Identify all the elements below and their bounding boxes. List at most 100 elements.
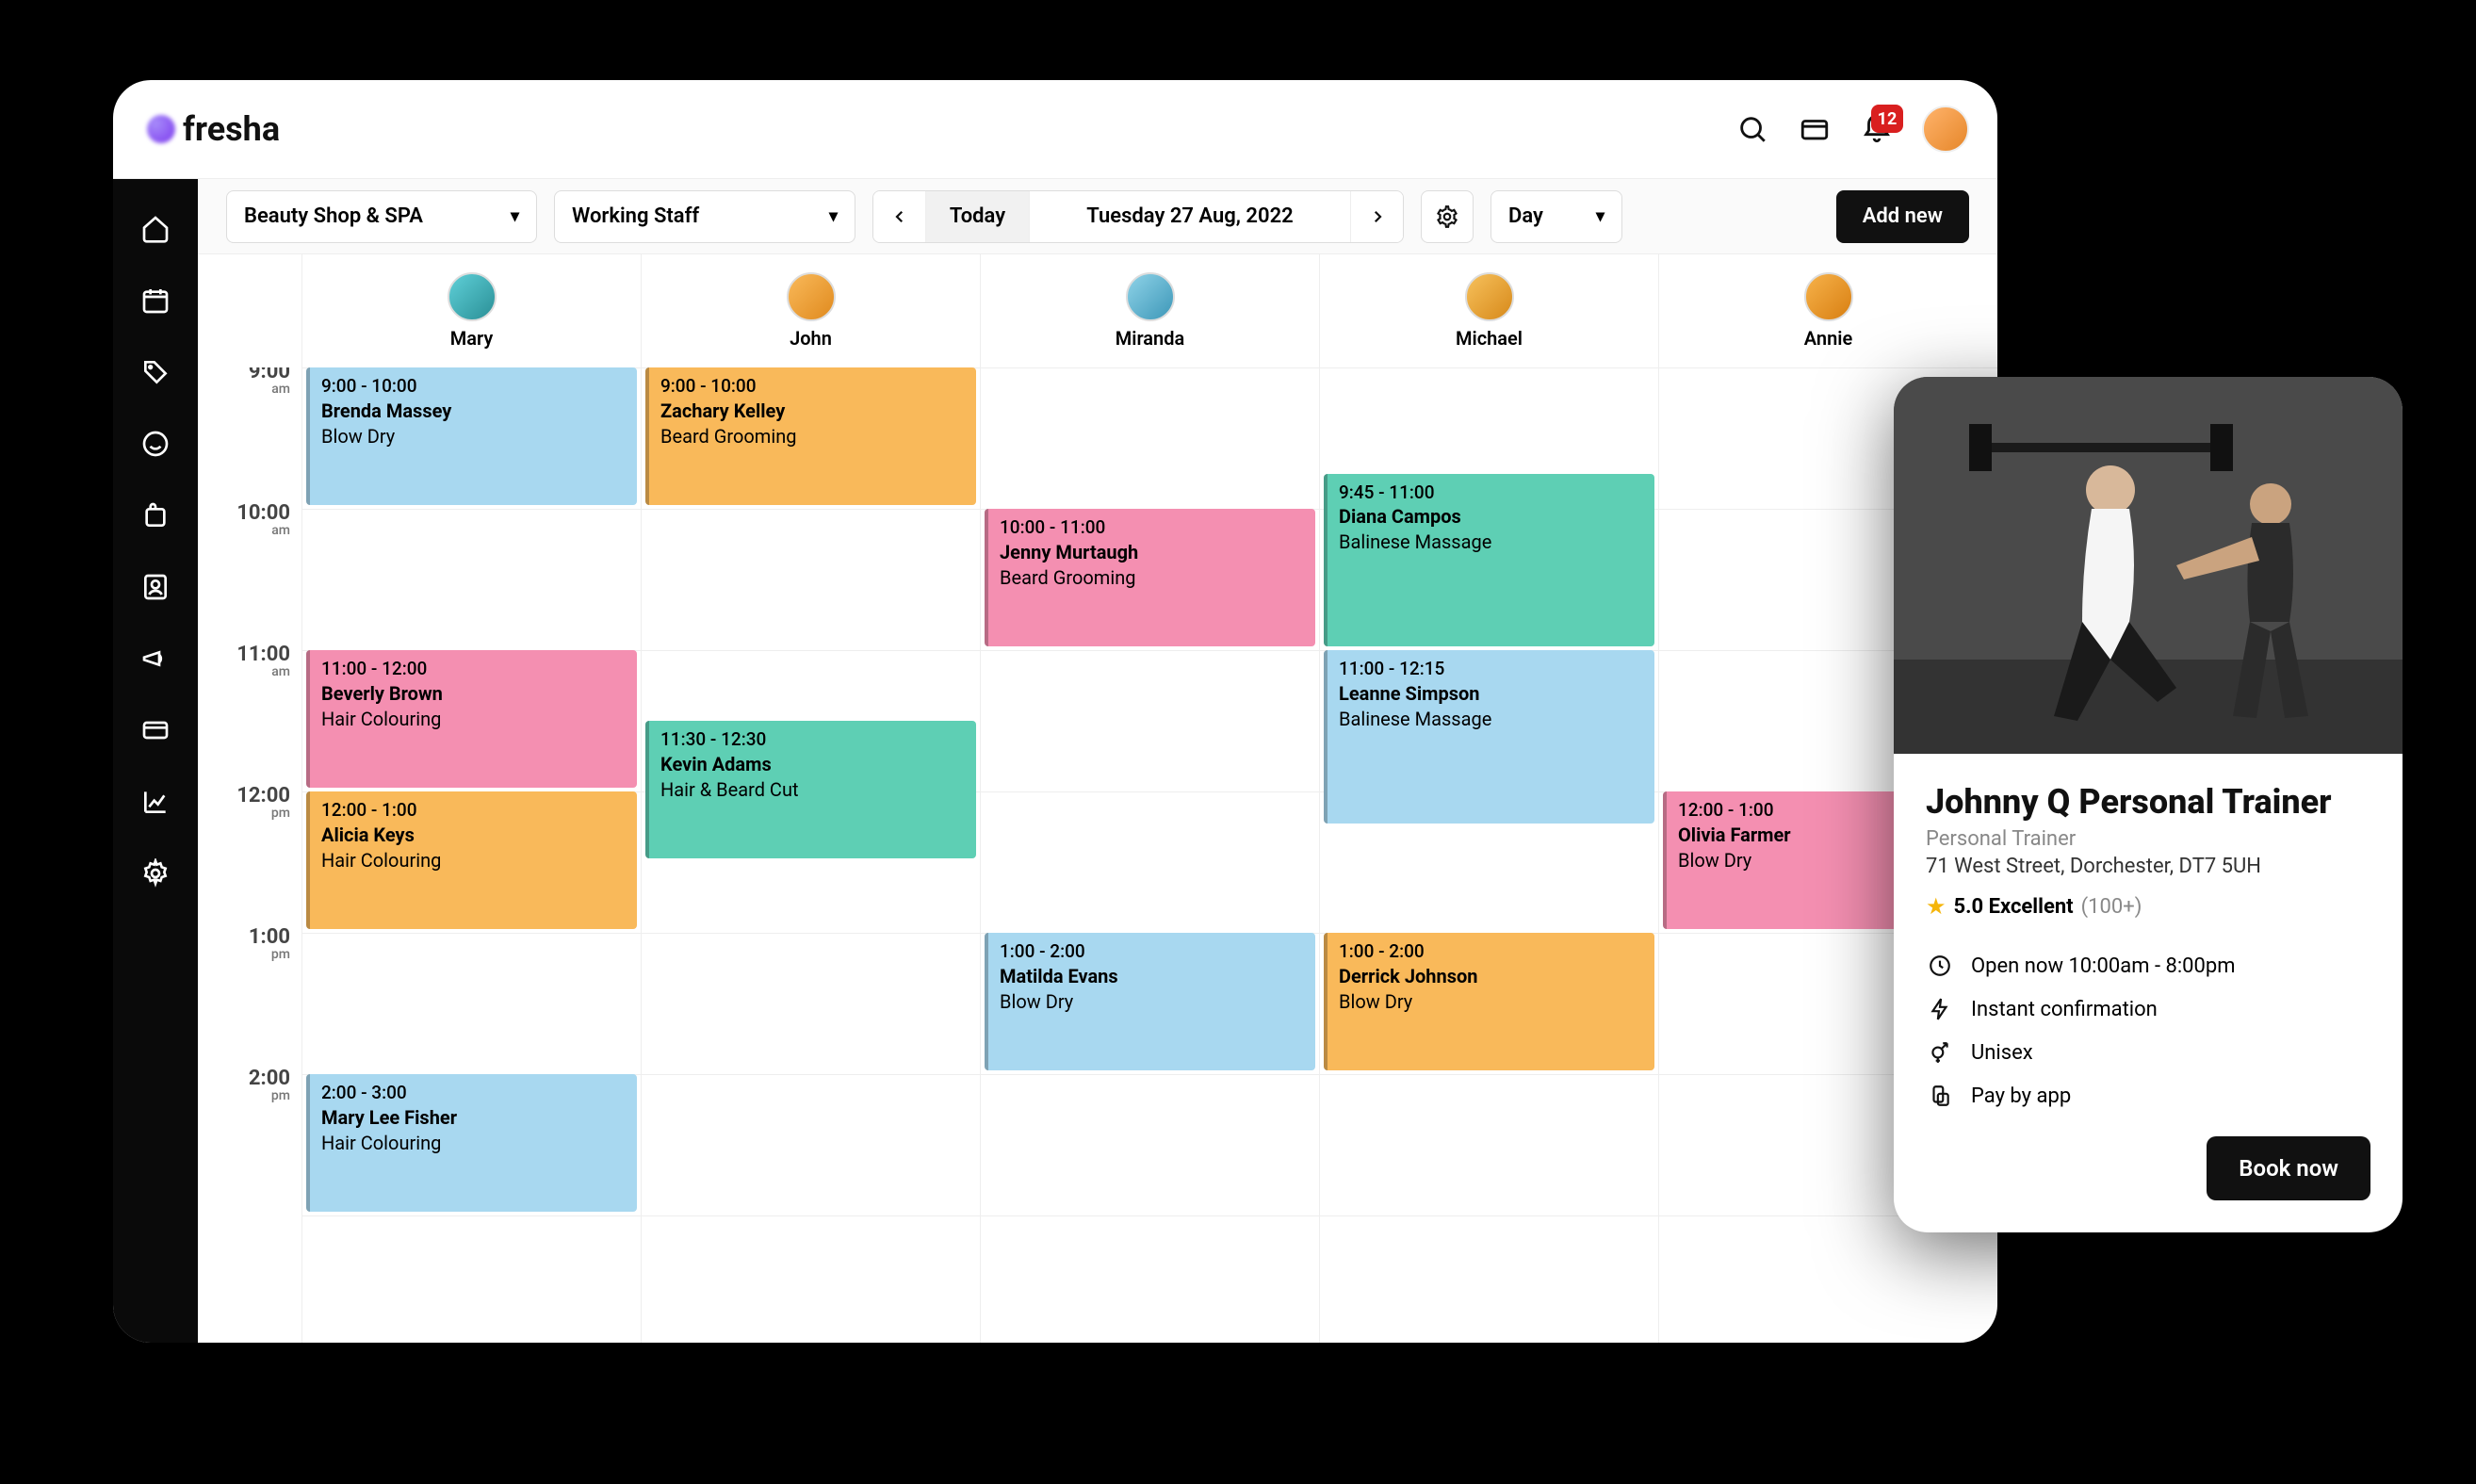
next-day-button[interactable] xyxy=(1350,191,1403,242)
topbar: fresha 12 xyxy=(113,80,1997,179)
chevron-down-icon: ▾ xyxy=(511,206,519,226)
appointment[interactable]: 10:00 - 11:00Jenny MurtaughBeard Groomin… xyxy=(985,509,1315,646)
content: Beauty Shop & SPA ▾ Working Staff ▾ Toda… xyxy=(198,179,1997,1343)
view-select[interactable]: Day ▾ xyxy=(1490,190,1622,243)
calendar-column[interactable]: 9:00 - 10:00Zachary KelleyBeard Grooming… xyxy=(641,367,980,1343)
notification-count-badge: 12 xyxy=(1871,105,1903,133)
staff-header[interactable]: John xyxy=(641,254,980,367)
chevron-down-icon: ▾ xyxy=(1596,206,1605,226)
appointment-service: Beard Grooming xyxy=(1000,566,1304,590)
smiley-icon[interactable] xyxy=(134,422,177,465)
tag-icon[interactable] xyxy=(134,351,177,394)
calendar-column[interactable]: 10:00 - 11:00Jenny MurtaughBeard Groomin… xyxy=(980,367,1319,1343)
profile-hero-image xyxy=(1894,377,2403,754)
book-now-button[interactable]: Book now xyxy=(2207,1136,2370,1200)
staff-avatar xyxy=(787,272,836,321)
appointment-time: 11:00 - 12:00 xyxy=(321,658,626,680)
wallet-icon[interactable] xyxy=(1798,112,1832,146)
calendar-grid: 9:00am10:00am11:00am12:00pm1:00pm2:00pm … xyxy=(198,367,1997,1343)
appointment-service: Hair Colouring xyxy=(321,1132,626,1155)
appointment-time: 12:00 - 1:00 xyxy=(321,799,626,822)
appointment-client: Zachary Kelley xyxy=(660,400,965,423)
appointment-time: 9:00 - 10:00 xyxy=(321,375,626,398)
appointment[interactable]: 2:00 - 3:00Mary Lee FisherHair Colouring xyxy=(306,1074,637,1212)
appointment-client: Brenda Massey xyxy=(321,400,626,423)
calendar-icon[interactable] xyxy=(134,279,177,322)
appointment-time: 10:00 - 11:00 xyxy=(1000,516,1304,539)
time-label: 10:00am xyxy=(236,503,290,537)
appointment[interactable]: 12:00 - 1:00Alicia KeysHair Colouring xyxy=(306,791,637,929)
appointment-service: Blow Dry xyxy=(321,425,626,448)
appointment-client: Matilda Evans xyxy=(1000,965,1304,988)
staff-name-label: Annie xyxy=(1804,327,1852,350)
appointment[interactable]: 1:00 - 2:00Derrick JohnsonBlow Dry xyxy=(1324,933,1654,1070)
card-icon[interactable] xyxy=(134,709,177,752)
contact-icon[interactable] xyxy=(134,565,177,609)
appointment[interactable]: 1:00 - 2:00Matilda EvansBlow Dry xyxy=(985,933,1315,1070)
appointment-time: 9:45 - 11:00 xyxy=(1339,481,1643,504)
staff-header[interactable]: Michael xyxy=(1319,254,1658,367)
staff-name-label: Michael xyxy=(1456,327,1523,350)
view-select-label: Day xyxy=(1508,204,1543,228)
calendar-column[interactable]: 9:45 - 11:00Diana CamposBalinese Massage… xyxy=(1319,367,1658,1343)
brand[interactable]: fresha xyxy=(141,109,280,149)
staff-header[interactable]: Miranda xyxy=(980,254,1319,367)
feature-unisex: Unisex xyxy=(1926,1031,2370,1074)
appointment[interactable]: 11:00 - 12:15Leanne SimpsonBalinese Mass… xyxy=(1324,650,1654,824)
appointment[interactable]: 11:30 - 12:30Kevin AdamsHair & Beard Cut xyxy=(645,721,976,858)
staff-header-row: Mary John Miranda Michael Annie xyxy=(198,254,1997,367)
staff-avatar xyxy=(1804,272,1853,321)
prev-day-button[interactable] xyxy=(873,191,926,242)
date-display-button[interactable]: Tuesday 27 Aug, 2022 xyxy=(1030,191,1350,242)
staff-avatar xyxy=(1465,272,1514,321)
phone-pay-icon xyxy=(1926,1084,1954,1108)
appointment[interactable]: 9:00 - 10:00Zachary KelleyBeard Grooming xyxy=(645,367,976,505)
appointment-client: Leanne Simpson xyxy=(1339,682,1643,706)
appointment-client: Diana Campos xyxy=(1339,505,1643,529)
calendar-columns: 9:00 - 10:00Brenda MasseyBlow Dry11:00 -… xyxy=(301,367,1997,1343)
product-icon[interactable] xyxy=(134,494,177,537)
analytics-icon[interactable] xyxy=(134,780,177,824)
appointment-time: 9:00 - 10:00 xyxy=(660,375,965,398)
brand-name: fresha xyxy=(183,109,280,149)
time-axis: 9:00am10:00am11:00am12:00pm1:00pm2:00pm xyxy=(198,367,301,1343)
notifications-icon[interactable]: 12 xyxy=(1860,112,1894,146)
search-icon[interactable] xyxy=(1735,112,1769,146)
clock-icon xyxy=(1926,954,1954,978)
add-new-button[interactable]: Add new xyxy=(1836,190,1969,243)
bolt-icon xyxy=(1926,997,1954,1021)
megaphone-icon[interactable] xyxy=(134,637,177,680)
appointment-client: Jenny Murtaugh xyxy=(1000,541,1304,564)
time-label: 2:00pm xyxy=(249,1068,290,1102)
appointment[interactable]: 9:00 - 10:00Brenda MasseyBlow Dry xyxy=(306,367,637,505)
location-select[interactable]: Beauty Shop & SPA ▾ xyxy=(226,190,537,243)
profile-rating: ★ 5.0 Excellent (100+) xyxy=(1926,893,2370,920)
feature-confirm: Instant confirmation xyxy=(1926,987,2370,1031)
home-icon[interactable] xyxy=(134,207,177,251)
user-avatar[interactable] xyxy=(1922,106,1969,153)
calendar-settings-button[interactable] xyxy=(1421,190,1474,243)
staff-select[interactable]: Working Staff ▾ xyxy=(554,190,855,243)
profile-title: Johnny Q Personal Trainer xyxy=(1926,782,2370,822)
staff-name-label: John xyxy=(790,327,832,350)
appointment-service: Beard Grooming xyxy=(660,425,965,448)
appointment[interactable]: 11:00 - 12:00Beverly BrownHair Colouring xyxy=(306,650,637,788)
topbar-right: 12 xyxy=(1735,106,1969,153)
app-window: fresha 12 B xyxy=(113,80,1997,1343)
staff-header[interactable]: Annie xyxy=(1658,254,1997,367)
appointment-service: Hair & Beard Cut xyxy=(660,778,965,802)
appointment-client: Beverly Brown xyxy=(321,682,626,706)
staff-name-label: Miranda xyxy=(1116,327,1184,350)
time-label: 1:00pm xyxy=(249,927,290,961)
staff-avatar xyxy=(1126,272,1175,321)
calendar-column[interactable]: 9:00 - 10:00Brenda MasseyBlow Dry 11:00 -… xyxy=(301,367,641,1343)
staff-name-label: Mary xyxy=(450,327,494,350)
time-label: 11:00am xyxy=(236,644,290,678)
today-button[interactable]: Today xyxy=(926,191,1030,242)
staff-header[interactable]: Mary xyxy=(301,254,641,367)
profile-body: Johnny Q Personal Trainer Personal Train… xyxy=(1894,754,2403,1232)
star-icon: ★ xyxy=(1926,893,1947,920)
appointment[interactable]: 9:45 - 11:00Diana CamposBalinese Massage xyxy=(1324,474,1654,647)
settings-icon[interactable] xyxy=(134,852,177,895)
unisex-icon xyxy=(1926,1040,1954,1065)
